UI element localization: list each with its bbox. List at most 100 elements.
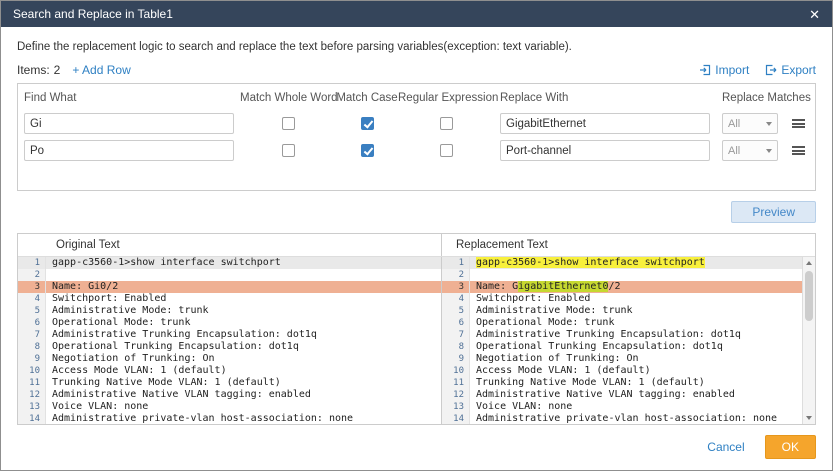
col-header-find-what: Find What xyxy=(18,92,240,104)
code-line: 11Trunking Native Mode VLAN: 1 (default) xyxy=(442,377,802,389)
code-line: 4Switchport: Enabled xyxy=(442,293,802,305)
export-label: Export xyxy=(781,63,816,77)
line-number: 13 xyxy=(442,401,470,413)
line-number: 1 xyxy=(442,257,470,269)
replacement-text-pane[interactable]: 1gapp-c3560-1>show interface switchport2… xyxy=(442,257,815,424)
code-line: 7Administrative Trunking Encapsulation: … xyxy=(442,329,802,341)
line-number: 3 xyxy=(442,281,470,293)
code-line: 5Administrative Mode: trunk xyxy=(442,305,802,317)
ok-button[interactable]: OK xyxy=(765,435,816,459)
code-line: 2 xyxy=(18,269,441,281)
items-count: 2 xyxy=(54,63,61,77)
line-text: Administrative Native VLAN tagging: enab… xyxy=(46,389,311,401)
find-what-input[interactable] xyxy=(24,140,234,161)
dialog-description: Define the replacement logic to search a… xyxy=(17,41,816,53)
code-line: 12Administrative Native VLAN tagging: en… xyxy=(442,389,802,401)
code-line: 8Operational Trunking Encapsulation: dot… xyxy=(442,341,802,353)
line-text: Voice VLAN: none xyxy=(46,401,148,413)
line-text: Administrative Trunking Encapsulation: d… xyxy=(46,329,317,341)
line-text: Negotiation of Trunking: On xyxy=(46,353,215,365)
code-line: 2 xyxy=(442,269,802,281)
code-line: 14Administrative private-vlan host-assoc… xyxy=(442,413,802,424)
code-line: 11Trunking Native Mode VLAN: 1 (default) xyxy=(18,377,441,389)
preview-row: Preview xyxy=(17,201,816,223)
code-line: 7Administrative Trunking Encapsulation: … xyxy=(18,329,441,341)
line-text: Access Mode VLAN: 1 (default) xyxy=(46,365,227,377)
col-header-regular-expression: Regular Expression xyxy=(398,92,494,104)
original-text-pane[interactable]: 1gapp-c3560-1>show interface switchport2… xyxy=(18,257,442,424)
regex-checkbox[interactable] xyxy=(440,144,453,157)
line-number: 6 xyxy=(442,317,470,329)
table-row: All xyxy=(18,137,815,164)
code-line: 6Operational Mode: trunk xyxy=(18,317,441,329)
regex-checkbox[interactable] xyxy=(440,117,453,130)
line-text: Switchport: Enabled xyxy=(470,293,590,305)
match-whole-word-checkbox[interactable] xyxy=(282,144,295,157)
code-line: 1gapp-c3560-1>show interface switchport xyxy=(442,257,802,269)
line-number: 8 xyxy=(18,341,46,353)
scroll-up-icon[interactable] xyxy=(803,257,815,270)
line-number: 1 xyxy=(18,257,46,269)
dialog-content: Define the replacement logic to search a… xyxy=(1,27,832,425)
line-text: Administrative Native VLAN tagging: enab… xyxy=(470,389,735,401)
line-number: 5 xyxy=(18,305,46,317)
code-line: 6Operational Mode: trunk xyxy=(442,317,802,329)
import-button[interactable]: Import xyxy=(699,63,749,77)
dialog-footer: Cancel OK xyxy=(1,425,832,471)
line-text: Access Mode VLAN: 1 (default) xyxy=(470,365,651,377)
code-line: 3Name: Gi0/2 xyxy=(18,281,441,293)
line-number: 10 xyxy=(442,365,470,377)
dialog-title: Search and Replace in Table1 xyxy=(13,7,173,21)
add-row-button[interactable]: + Add Row xyxy=(72,63,130,77)
row-menu-icon[interactable] xyxy=(792,119,808,128)
replace-with-input[interactable] xyxy=(500,140,710,161)
cancel-button[interactable]: Cancel xyxy=(707,440,744,454)
export-icon xyxy=(765,64,777,76)
items-label: Items: xyxy=(17,63,50,77)
code-line: 12Administrative Native VLAN tagging: en… xyxy=(18,389,441,401)
match-case-checkbox[interactable] xyxy=(361,144,374,157)
line-text: Administrative Mode: trunk xyxy=(470,305,633,317)
code-line: 13Voice VLAN: none xyxy=(442,401,802,413)
preview-button[interactable]: Preview xyxy=(731,201,816,223)
line-text: Operational Mode: trunk xyxy=(470,317,614,329)
code-line: 1gapp-c3560-1>show interface switchport xyxy=(18,257,441,269)
line-text: Name: GigabitEthernet0/2 xyxy=(470,281,621,293)
col-header-replace-matches: Replace Matches xyxy=(716,92,784,104)
code-line: 9Negotiation of Trunking: On xyxy=(442,353,802,365)
replace-with-input[interactable] xyxy=(500,113,710,134)
import-label: Import xyxy=(715,63,749,77)
pane-body: 1gapp-c3560-1>show interface switchport2… xyxy=(18,257,815,424)
code-line: 10Access Mode VLAN: 1 (default) xyxy=(18,365,441,377)
line-text: Administrative private-vlan host-associa… xyxy=(46,413,353,424)
line-number: 4 xyxy=(442,293,470,305)
scrollbar-thumb[interactable] xyxy=(805,271,813,321)
line-text: Trunking Native Mode VLAN: 1 (default) xyxy=(470,377,705,389)
line-number: 9 xyxy=(18,353,46,365)
line-text: Operational Mode: trunk xyxy=(46,317,190,329)
vertical-scrollbar[interactable] xyxy=(802,257,815,424)
code-line: 9Negotiation of Trunking: On xyxy=(18,353,441,365)
code-line: 4Switchport: Enabled xyxy=(18,293,441,305)
replace-matches-select[interactable]: All xyxy=(722,140,778,161)
line-number: 11 xyxy=(18,377,46,389)
match-whole-word-checkbox[interactable] xyxy=(282,117,295,130)
col-header-match-case: Match Case xyxy=(336,92,398,104)
replace-matches-select[interactable]: All xyxy=(722,113,778,134)
col-header-replace-with: Replace With xyxy=(494,92,716,104)
line-text: Operational Trunking Encapsulation: dot1… xyxy=(470,341,723,353)
row-menu-icon[interactable] xyxy=(792,146,808,155)
import-icon xyxy=(699,64,711,76)
scroll-down-icon[interactable] xyxy=(803,411,815,424)
match-case-checkbox[interactable] xyxy=(361,117,374,130)
export-button[interactable]: Export xyxy=(765,63,816,77)
col-header-match-whole-word: Match Whole Word xyxy=(240,92,336,104)
close-icon[interactable]: ✕ xyxy=(809,8,820,21)
find-what-input[interactable] xyxy=(24,113,234,134)
code-line: 13Voice VLAN: none xyxy=(18,401,441,413)
chevron-down-icon xyxy=(766,122,772,126)
selected-option: All xyxy=(728,145,740,157)
line-text: gapp-c3560-1>show interface switchport xyxy=(470,257,705,269)
line-text: Switchport: Enabled xyxy=(46,293,166,305)
line-number: 12 xyxy=(442,389,470,401)
